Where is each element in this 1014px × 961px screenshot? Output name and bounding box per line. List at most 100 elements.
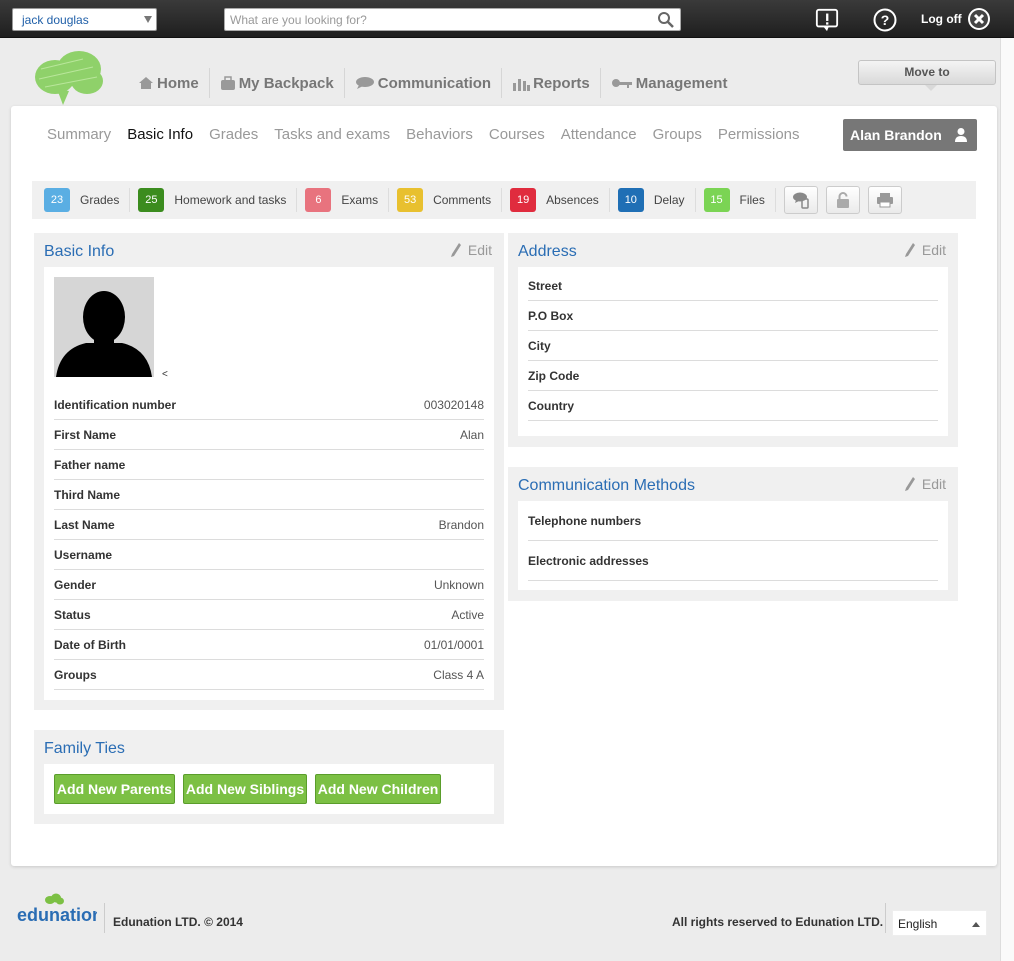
print-icon (876, 193, 893, 208)
help-icon[interactable]: ? (873, 8, 897, 32)
language-select[interactable]: English (892, 910, 987, 936)
communication-edit-button[interactable]: Edit (904, 476, 946, 492)
search-box (224, 8, 681, 31)
pencil-icon (904, 243, 915, 257)
search-input[interactable] (225, 9, 655, 30)
basic-info-content: < Identification number 003020148 First N… (44, 267, 494, 700)
address-content: Street P.O Box City Zip Code Country (518, 267, 948, 436)
edit-label: Edit (467, 242, 492, 258)
footer-copyright: Edunation LTD. © 2014 (113, 915, 243, 929)
bar-chart-icon (513, 78, 531, 91)
address-edit-button[interactable]: Edit (904, 242, 946, 258)
tab-grades[interactable]: Grades (209, 126, 258, 143)
basic-info-title: Basic Info (44, 243, 115, 260)
move-to-button[interactable]: Move to (858, 60, 996, 85)
profile-name: Alan Brandon (850, 127, 942, 143)
language-value: English (898, 917, 938, 931)
address-title: Address (518, 243, 577, 260)
field-key: Last Name (54, 517, 115, 532)
field-key: Electronic addresses (528, 553, 649, 568)
add-new-children-button[interactable]: Add New Children (315, 774, 441, 804)
field-key: Country (528, 398, 574, 413)
family-ties-content: Add New Parents Add New Siblings Add New… (44, 764, 494, 814)
close-icon[interactable] (967, 7, 991, 31)
nav-my-backpack[interactable]: My Backpack (210, 68, 345, 98)
count-homework[interactable]: 25 Homework and tasks (138, 188, 298, 212)
tab-basic-info[interactable]: Basic Info (127, 126, 193, 143)
tab-summary[interactable]: Summary (47, 126, 111, 143)
nav-management-label: Management (635, 74, 728, 92)
speech-bubble-icon (355, 77, 374, 89)
profile-button[interactable]: Alan Brandon (843, 119, 977, 151)
nav-management[interactable]: Management (601, 68, 738, 98)
field-key: Father name (54, 457, 126, 472)
tab-tasks-and-exams[interactable]: Tasks and exams (274, 126, 390, 143)
counts-bar: 23 Grades 25 Homework and tasks 6 Exams … (32, 181, 976, 219)
basic-info-box: Basic Info Edit < Identification number 0… (34, 233, 504, 710)
footer-divider (885, 903, 886, 933)
nav-reports-label: Reports (533, 74, 590, 92)
tab-groups[interactable]: Groups (653, 126, 702, 143)
field-key: Username (54, 547, 113, 562)
nav-communication[interactable]: Communication (345, 68, 503, 98)
edit-label: Edit (921, 476, 946, 492)
message-button[interactable] (783, 186, 818, 214)
count-label: Delay (653, 193, 685, 207)
tab-attendance[interactable]: Attendance (561, 126, 637, 143)
field-key: Date of Birth (54, 637, 126, 652)
footer-logo[interactable]: edunation (17, 893, 103, 930)
add-new-siblings-button[interactable]: Add New Siblings (183, 774, 307, 804)
count-delay[interactable]: 10 Delay (617, 188, 696, 212)
field-value: 003020148 (423, 397, 484, 412)
count-comments[interactable]: 53 Comments (397, 188, 503, 212)
logoff-link[interactable]: Log off (921, 12, 962, 26)
nav-communication-label: Communication (377, 74, 492, 92)
add-new-parents-button[interactable]: Add New Parents (54, 774, 175, 804)
scrollbar[interactable] (1000, 38, 1014, 961)
search-icon[interactable] (657, 11, 674, 28)
user-select[interactable]: jack douglas (12, 8, 157, 31)
count-absences[interactable]: 19 Absences (510, 188, 610, 212)
main-nav: Home My Backpack Communication Reports M… (128, 68, 737, 98)
tab-behaviors[interactable]: Behaviors (406, 126, 473, 143)
lock-button[interactable] (825, 186, 860, 214)
field-city: City (528, 331, 938, 361)
nav-home-label: Home (157, 74, 199, 92)
lock-icon (836, 191, 849, 208)
field-status: Status Active (54, 600, 484, 630)
alert-icon[interactable] (815, 8, 839, 32)
svg-text:?: ? (881, 12, 890, 28)
count-badge: 25 (138, 188, 165, 212)
communication-content: Telephone numbers Electronic addresses (518, 501, 948, 590)
pencil-icon (450, 243, 461, 257)
field-groups: Groups Class 4 A (54, 660, 484, 690)
tab-permissions[interactable]: Permissions (718, 126, 800, 143)
field-key: Zip Code (528, 368, 580, 383)
field-key: Telephone numbers (528, 513, 642, 528)
cloud-logo-icon[interactable] (33, 49, 105, 107)
field-telephone-numbers: Telephone numbers (528, 501, 938, 541)
edunation-logo-icon: edunation (17, 893, 103, 925)
tab-courses[interactable]: Courses (489, 126, 545, 143)
field-key: Groups (54, 667, 97, 682)
field-value: Active (451, 607, 484, 622)
count-grades[interactable]: 23 Grades (44, 188, 131, 212)
count-files[interactable]: 15 Files (703, 188, 776, 212)
field-date-of-birth: Date of Birth 01/01/0001 (54, 630, 484, 660)
pencil-icon (904, 477, 915, 491)
chevron-up-icon (972, 922, 980, 927)
print-button[interactable] (867, 186, 902, 214)
field-username: Username (54, 540, 484, 570)
sub-nav: Summary Basic Info Grades Tasks and exam… (47, 126, 816, 143)
nav-reports[interactable]: Reports (502, 68, 601, 98)
count-badge: 19 (510, 188, 537, 212)
field-value: Alan (459, 427, 484, 442)
count-label: Homework and tasks (174, 193, 287, 207)
field-third-name: Third Name (54, 480, 484, 510)
footer-logo-text: edunation (17, 905, 97, 925)
nav-home[interactable]: Home (128, 68, 210, 98)
family-ties-box: Family Ties Add New Parents Add New Sibl… (34, 730, 504, 824)
count-exams[interactable]: 6 Exams (305, 188, 390, 212)
key-icon (611, 79, 632, 88)
basic-info-edit-button[interactable]: Edit (450, 242, 492, 258)
